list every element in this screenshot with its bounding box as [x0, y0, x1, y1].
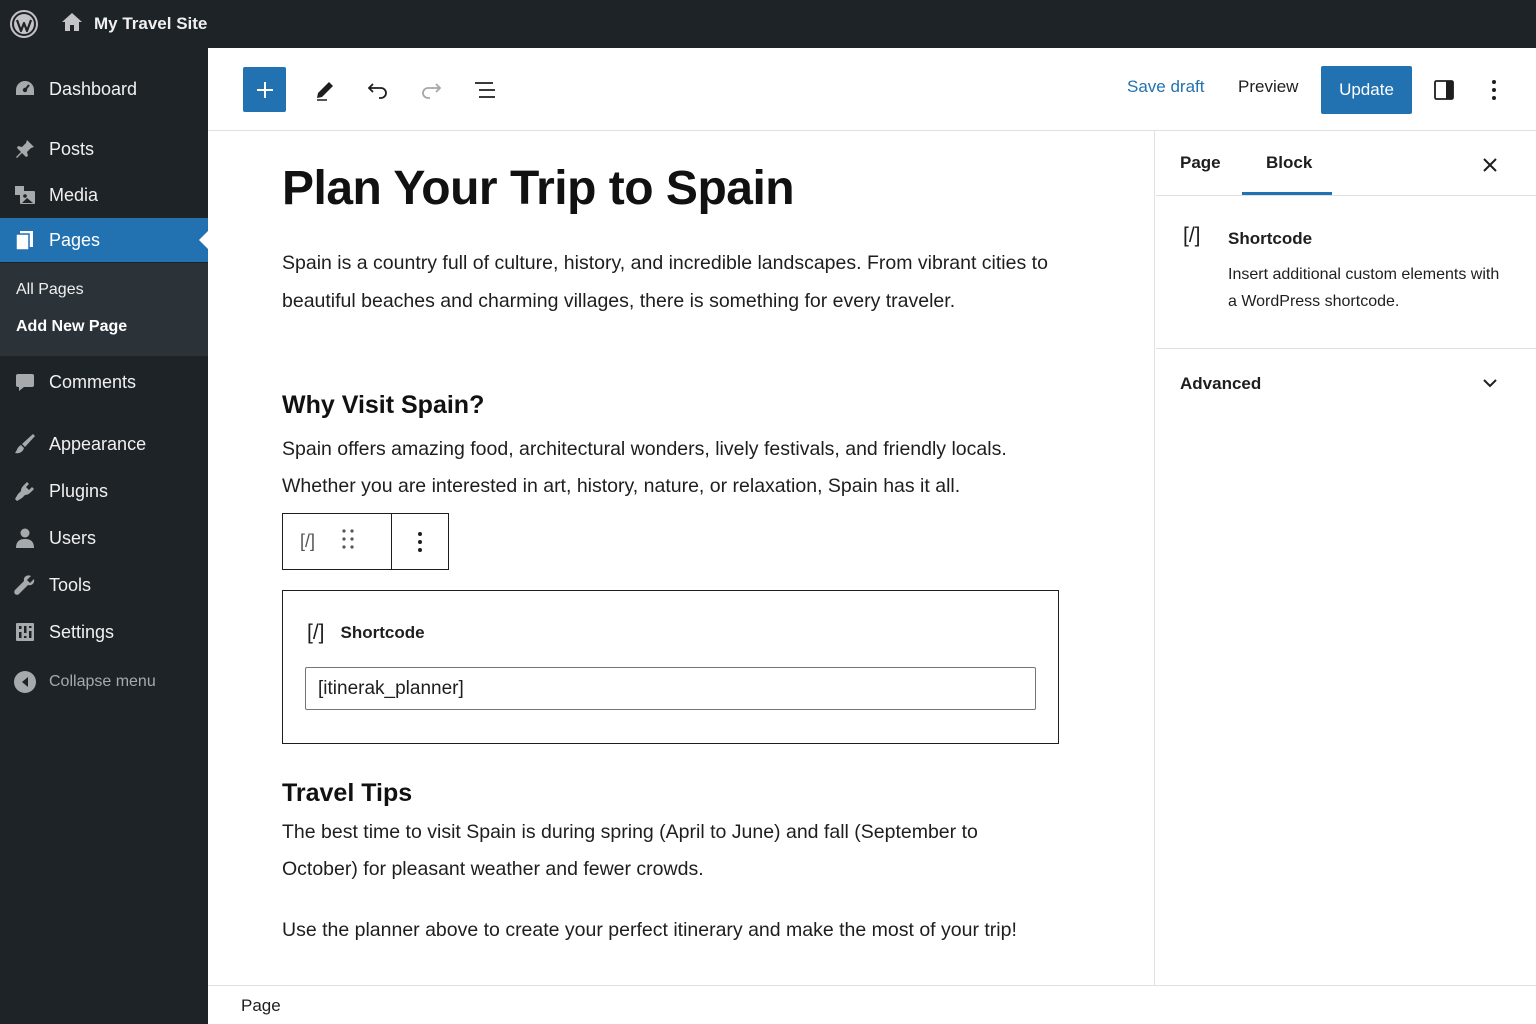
dashboard-icon — [0, 79, 49, 99]
sidebar-item-users[interactable]: Users — [0, 516, 208, 560]
sidebar-item-settings[interactable]: Settings — [0, 610, 208, 654]
tab-page[interactable]: Page — [1180, 153, 1221, 173]
block-inserter-button[interactable] — [243, 67, 286, 112]
sidebar-item-posts[interactable]: Posts — [0, 127, 208, 171]
site-name: My Travel Site — [94, 14, 208, 33]
comment-icon — [0, 371, 49, 393]
user-icon — [0, 527, 49, 549]
preview-button[interactable]: Preview — [1238, 77, 1298, 97]
pin-icon — [0, 138, 49, 160]
drag-handle-icon[interactable] — [341, 528, 355, 555]
collapse-menu-label: Collapse menu — [49, 673, 156, 690]
sidebar-item-label: Tools — [49, 574, 92, 595]
media-icon — [0, 184, 49, 206]
sidebar-item-label: Dashboard — [49, 78, 138, 99]
sidebar-item-comments[interactable]: Comments — [0, 360, 208, 404]
tools-button[interactable] — [312, 77, 338, 103]
settings-sidebar-toggle[interactable] — [1431, 77, 1457, 103]
collapse-menu-button[interactable]: Collapse menu — [0, 660, 208, 704]
close-settings-button[interactable] — [1478, 153, 1502, 177]
settings-tabs: Page Block — [1156, 131, 1536, 196]
admin-bar: My Travel Site — [0, 0, 1536, 48]
settings-sidebar: Page Block [/] Shortcode Insert addition… — [1156, 131, 1536, 985]
post-title[interactable]: Plan Your Trip to Spain — [282, 161, 795, 216]
heading-travel-tips[interactable]: Travel Tips — [282, 779, 412, 808]
save-draft-button[interactable]: Save draft — [1127, 77, 1205, 97]
tips-paragraph[interactable]: The best time to visit Spain is during s… — [282, 814, 1042, 888]
sidebar-item-label: Appearance — [49, 433, 147, 454]
block-card-description: Insert additional custom elements with a… — [1228, 266, 1500, 310]
sidebar-item-pages[interactable]: Pages — [0, 218, 208, 262]
collapse-icon — [0, 671, 49, 693]
block-card-title: Shortcode — [1228, 229, 1313, 248]
active-tab-indicator — [1242, 192, 1332, 195]
closing-paragraph[interactable]: Use the planner above to create your per… — [282, 911, 1082, 949]
block-type-button[interactable]: [/] — [300, 531, 315, 552]
tab-block[interactable]: Block — [1266, 153, 1312, 173]
list-view-icon — [475, 82, 495, 98]
redo-button[interactable] — [418, 77, 444, 103]
close-icon — [1483, 158, 1497, 172]
settings-icon — [0, 621, 49, 643]
shortcode-icon: [/] — [1183, 224, 1201, 247]
block-toolbar: [/] — [282, 513, 449, 570]
shortcode-label-text: Shortcode — [340, 623, 425, 642]
sidebar-item-dashboard[interactable]: Dashboard — [0, 67, 208, 111]
sidebar-item-label: Media — [49, 184, 99, 205]
wrench-icon — [0, 573, 49, 597]
block-toolbar-left: [/] — [283, 514, 392, 569]
pages-submenu: All Pages Add New Page — [0, 263, 208, 356]
shortcode-icon: [/] — [307, 621, 325, 644]
intro-paragraph[interactable]: Spain is a country full of culture, hist… — [282, 244, 1062, 320]
document-overview-button[interactable] — [472, 77, 498, 103]
more-vertical-icon — [418, 531, 422, 552]
submenu-add-new-page[interactable]: Add New Page — [16, 318, 127, 336]
sidebar-item-plugins[interactable]: Plugins — [0, 469, 208, 513]
why-paragraph[interactable]: Spain offers amazing food, architectural… — [282, 431, 1072, 505]
more-vertical-icon — [1492, 80, 1496, 100]
shortcode-block[interactable]: [/] Shortcode — [282, 590, 1059, 744]
sidebar-item-label: Comments — [49, 371, 137, 392]
site-name-link[interactable]: My Travel Site — [60, 0, 207, 48]
breadcrumb[interactable]: Page — [241, 996, 281, 1016]
update-button[interactable]: Update — [1321, 66, 1412, 114]
sidebar-item-label: Settings — [49, 621, 115, 642]
home-icon — [60, 11, 84, 38]
advanced-label: Advanced — [1180, 374, 1262, 393]
pencil-icon — [317, 82, 333, 101]
sidebar-item-label: Users — [49, 527, 97, 548]
sidebar-item-media[interactable]: Media — [0, 173, 208, 217]
undo-icon — [367, 83, 387, 99]
undo-button[interactable] — [365, 77, 391, 103]
admin-sidebar: Dashboard Posts Media Pages All Pages Ad… — [0, 48, 208, 1024]
sidebar-toggle-icon — [1434, 80, 1454, 100]
advanced-panel-toggle[interactable]: Advanced — [1156, 349, 1536, 419]
plug-icon — [0, 479, 49, 503]
submenu-all-pages[interactable]: All Pages — [16, 281, 84, 299]
plus-icon — [256, 81, 273, 98]
editor-footer: Page — [208, 985, 1536, 1024]
heading-why-visit[interactable]: Why Visit Spain? — [282, 391, 484, 420]
block-card: [/] Shortcode Insert additional custom e… — [1156, 197, 1536, 349]
chevron-down-icon — [1478, 371, 1502, 395]
brush-icon — [0, 432, 49, 456]
block-options-button[interactable] — [392, 514, 448, 569]
sidebar-item-label: Pages — [49, 229, 101, 250]
sidebar-item-label: Posts — [49, 138, 95, 159]
editor-canvas: Plan Your Trip to Spain Spain is a count… — [208, 131, 1155, 985]
editor-header: Save draft Preview Update — [208, 48, 1536, 131]
shortcode-input[interactable] — [305, 667, 1036, 710]
pages-icon — [0, 229, 49, 251]
options-menu-button[interactable] — [1482, 77, 1506, 103]
shortcode-block-label: [/] Shortcode — [307, 621, 425, 645]
redo-icon — [422, 83, 442, 99]
sidebar-item-tools[interactable]: Tools — [0, 563, 208, 607]
sidebar-item-appearance[interactable]: Appearance — [0, 422, 208, 466]
wordpress-logo-icon[interactable] — [0, 0, 48, 48]
sidebar-item-label: Plugins — [49, 480, 109, 501]
